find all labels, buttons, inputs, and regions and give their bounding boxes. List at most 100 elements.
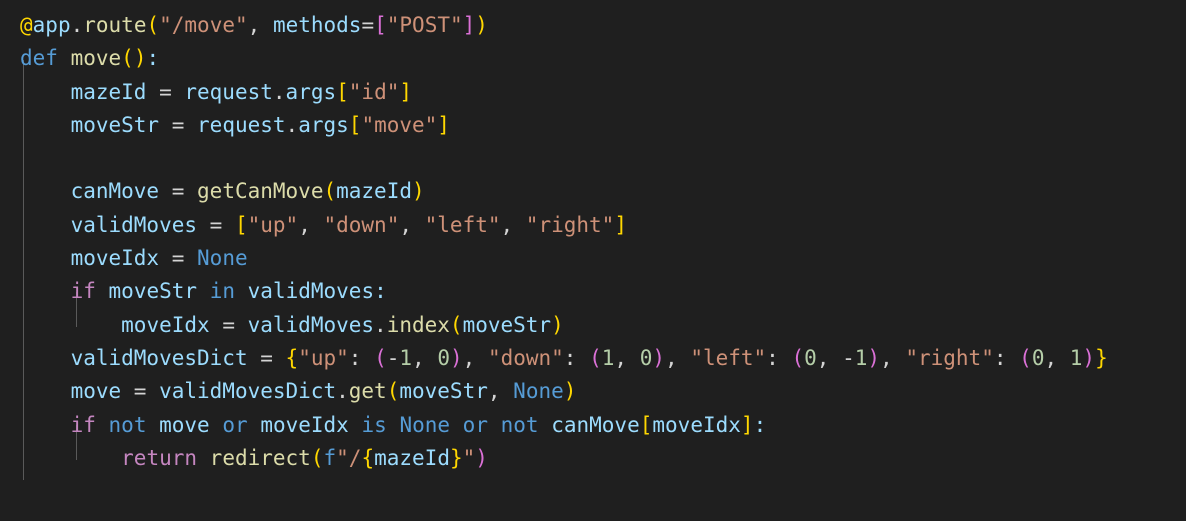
token-var: moveStr	[70, 112, 160, 137]
token-op	[20, 179, 71, 203]
token-kw2: is	[361, 412, 387, 437]
token-str: "POST"	[386, 13, 463, 37]
token-op	[20, 313, 121, 337]
token-var: validMovesDict	[70, 345, 248, 370]
code-line[interactable]: moveStr = request.args["move"]	[20, 109, 1108, 142]
token-kw2: in	[209, 279, 235, 304]
token-b1: (	[386, 379, 400, 404]
token-str: "right"	[525, 212, 615, 237]
token-b2: )	[652, 345, 666, 370]
code-line[interactable]: @app.route("/move", methods=["POST"])	[20, 9, 1108, 42]
token-op: -	[842, 345, 855, 370]
token-op: =	[209, 312, 248, 337]
code-line[interactable]: move = validMovesDict.get(moveStr, None)	[20, 375, 1108, 408]
token-kw2: None	[513, 379, 564, 404]
token-var: validMovesDict	[159, 379, 337, 404]
token-op: .	[374, 312, 387, 337]
token-b1: )	[563, 379, 577, 404]
token-b1: (	[323, 179, 337, 204]
token-b2: )	[867, 345, 881, 370]
code-line[interactable]: return redirect(f"/{mazeId}")	[20, 442, 1108, 475]
token-op: :	[766, 345, 792, 370]
token-op	[96, 279, 109, 303]
token-op	[197, 446, 210, 470]
token-b2: ]	[462, 13, 476, 37]
token-kw2: def	[20, 46, 58, 71]
code-line[interactable]: moveIdx = None	[20, 242, 1108, 275]
token-fn: redirect	[209, 445, 311, 470]
token-op	[20, 446, 121, 470]
token-op: =	[159, 179, 198, 204]
token-var: moveStr	[108, 279, 198, 304]
token-at: @	[20, 13, 33, 37]
token-b1: ]	[614, 212, 627, 237]
token-b1: {	[361, 445, 375, 470]
token-var: validMoves	[247, 312, 375, 337]
token-kw: if	[70, 412, 96, 437]
token-op	[349, 413, 362, 437]
token-op: =	[121, 379, 160, 404]
token-b2: (	[589, 345, 602, 370]
code-line[interactable]: validMovesDict = {"up": (-1, 0), "down":…	[20, 342, 1108, 375]
token-b1: )	[133, 46, 147, 71]
token-b1: (	[310, 445, 324, 470]
token-op: ,	[880, 345, 906, 370]
token-op: :	[348, 345, 375, 370]
token-var: canMove	[70, 179, 160, 204]
token-str: "id"	[348, 79, 400, 104]
code-line[interactable]: canMove = getCanMove(mazeId)	[20, 175, 1108, 208]
token-b1: [	[234, 212, 248, 237]
token-b2: )	[475, 445, 488, 470]
code-line[interactable]: validMoves = ["up", "down", "left", "rig…	[20, 209, 1108, 242]
token-str: "right"	[905, 345, 994, 370]
token-var: moveIdx	[70, 246, 160, 271]
token-b1: }	[1095, 345, 1108, 370]
token-op	[58, 46, 71, 70]
token-var: :	[374, 279, 387, 304]
token-op: -	[386, 345, 400, 370]
code-editor-canvas[interactable]: @app.route("/move", methods=["POST"]) def…	[0, 0, 1186, 521]
token-op	[235, 279, 248, 303]
token-var: request	[184, 79, 273, 104]
token-op: .	[285, 112, 299, 137]
token-str: "up"	[247, 212, 299, 237]
token-op	[197, 279, 210, 303]
token-var: moveIdx	[652, 412, 741, 437]
token-num: 1	[601, 345, 615, 370]
token-op	[248, 413, 261, 437]
token-b1: }	[449, 445, 463, 470]
token-str: "move"	[361, 112, 438, 137]
token-b2: )	[1082, 345, 1096, 370]
token-b1: [	[336, 79, 349, 104]
token-str: "left"	[424, 212, 501, 237]
token-str: "	[462, 445, 476, 470]
token-op	[20, 213, 71, 237]
token-fn: route	[83, 13, 147, 37]
token-b1: {	[285, 345, 299, 370]
token-var: mazeId	[70, 79, 147, 104]
code-line[interactable]: if not move or moveIdx is None or not ca…	[20, 409, 1108, 442]
token-kw2: not	[108, 412, 147, 437]
token-op: ,	[1044, 345, 1070, 370]
token-op	[20, 346, 71, 370]
code-line[interactable]	[20, 142, 1108, 175]
code-line[interactable]: def move():	[20, 42, 1108, 75]
token-str: "down"	[323, 212, 400, 237]
token-op	[539, 413, 552, 437]
token-b1: )	[475, 13, 488, 37]
token-op	[20, 413, 71, 437]
token-b2: (	[1019, 345, 1032, 370]
token-num: 1	[1069, 345, 1083, 370]
code-content[interactable]: @app.route("/move", methods=["POST"]) def…	[20, 9, 1108, 475]
token-var: validMoves	[247, 279, 375, 304]
token-var: :	[753, 412, 767, 437]
token-op	[387, 413, 400, 437]
code-line[interactable]: if moveStr in validMoves:	[20, 275, 1108, 308]
code-line[interactable]: mazeId = request.args["id"]	[20, 76, 1108, 109]
code-line[interactable]: moveIdx = validMoves.index(moveStr)	[20, 309, 1108, 342]
token-op	[20, 80, 71, 104]
token-op	[20, 246, 71, 270]
token-kw: if	[70, 279, 96, 304]
token-fn: getCanMove	[197, 179, 324, 204]
token-fn: get	[348, 379, 387, 404]
